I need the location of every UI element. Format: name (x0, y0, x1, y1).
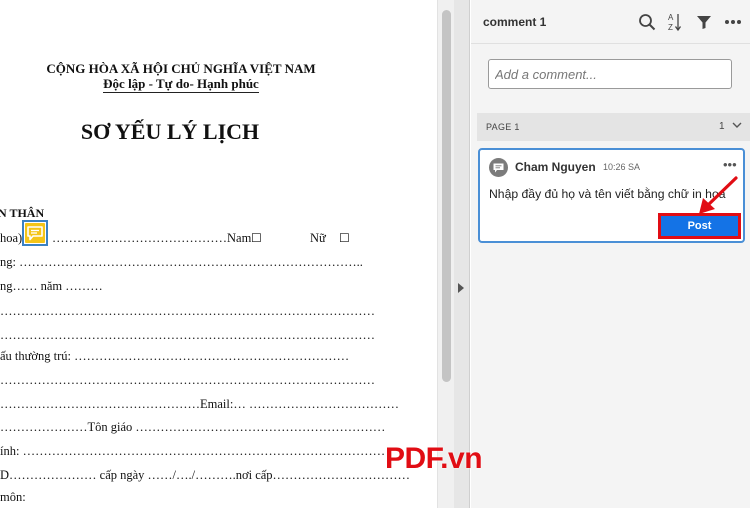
document-line: ấu thường trú: ………………………………………………………… (0, 349, 350, 363)
document-line: môn: (0, 490, 26, 504)
sort-az-icon[interactable]: A Z (664, 11, 686, 33)
comment-more-icon[interactable]: ••• (723, 157, 737, 172)
chevron-down-icon[interactable] (731, 119, 743, 131)
document-line: ……………………………………Nam (52, 231, 252, 245)
comments-pane-header: comment 1 A Z (471, 0, 750, 44)
document-line: ……………………………………………………………………………… (0, 304, 375, 318)
document-section-heading: N THÂN (0, 206, 45, 220)
search-icon[interactable] (636, 11, 658, 33)
document-motto: Độc lập - Tự do- Hạnh phúc (103, 76, 259, 93)
document-line: ng…… năm ……… (0, 279, 103, 293)
comment-avatar-icon (489, 158, 508, 177)
pane-collapse-strip[interactable] (454, 0, 470, 508)
document-line: ng: ……………………………………………………………………….. (0, 255, 363, 269)
document-line: ……………………………………………………………………………… (0, 373, 375, 387)
document-scrollbar[interactable] (437, 0, 454, 508)
comments-pane: comment 1 A Z PAGE 1 1 (471, 0, 750, 508)
sticky-note-marker[interactable] (22, 220, 48, 246)
document-line: Nữ (310, 231, 326, 245)
svg-text:Z: Z (668, 23, 673, 32)
comment-text[interactable]: Nhập đầy đủ họ và tên viết bằng chữ in h… (489, 187, 726, 201)
pdf-document-page[interactable]: CỘNG HÒA XÃ HỘI CHỦ NGHĨA VIỆT NAM Độc l… (0, 0, 437, 508)
document-line: ính: …………………………………………………………………………… (0, 444, 386, 458)
page-comment-count: 1 (719, 121, 725, 132)
more-options-icon[interactable] (722, 11, 744, 33)
document-line: D………………… cấp ngày ……/…./……….nơi cấp……………… (0, 468, 411, 482)
annotation-arrow-icon (699, 176, 738, 214)
document-line: ……………………………………………………………………………… (0, 328, 375, 342)
comment-author: Cham Nguyen (515, 160, 596, 174)
page-group-header[interactable]: PAGE 1 1 (477, 113, 750, 141)
document-nation-header: CỘNG HÒA XÃ HỘI CHỦ NGHĨA VIỆT NAM (46, 61, 316, 76)
checkbox-glyph: ☐ (339, 231, 350, 245)
chevron-right-icon[interactable] (458, 283, 464, 293)
comment-time: 10:26 SA (603, 162, 641, 172)
watermark-logo: PDF.vn (385, 442, 483, 475)
svg-text:A: A (668, 13, 674, 22)
filter-icon[interactable] (693, 11, 715, 33)
add-comment-input[interactable] (488, 59, 732, 89)
document-title: SƠ YẾU LÝ LỊCH (80, 119, 260, 144)
add-comment-area (471, 45, 750, 111)
pane-title: comment 1 (483, 15, 547, 29)
post-button[interactable]: Post (658, 213, 741, 239)
document-scrollbar-thumb[interactable] (442, 10, 451, 382)
document-line: …………………………………………Email:… ……………………………… (0, 397, 399, 411)
document-line: …………………Tôn giáo …………………………………………………… (0, 420, 386, 434)
checkbox-glyph: ☐ (251, 231, 262, 245)
speech-bubble-icon (25, 223, 45, 243)
page-group-label: PAGE 1 (486, 122, 520, 132)
